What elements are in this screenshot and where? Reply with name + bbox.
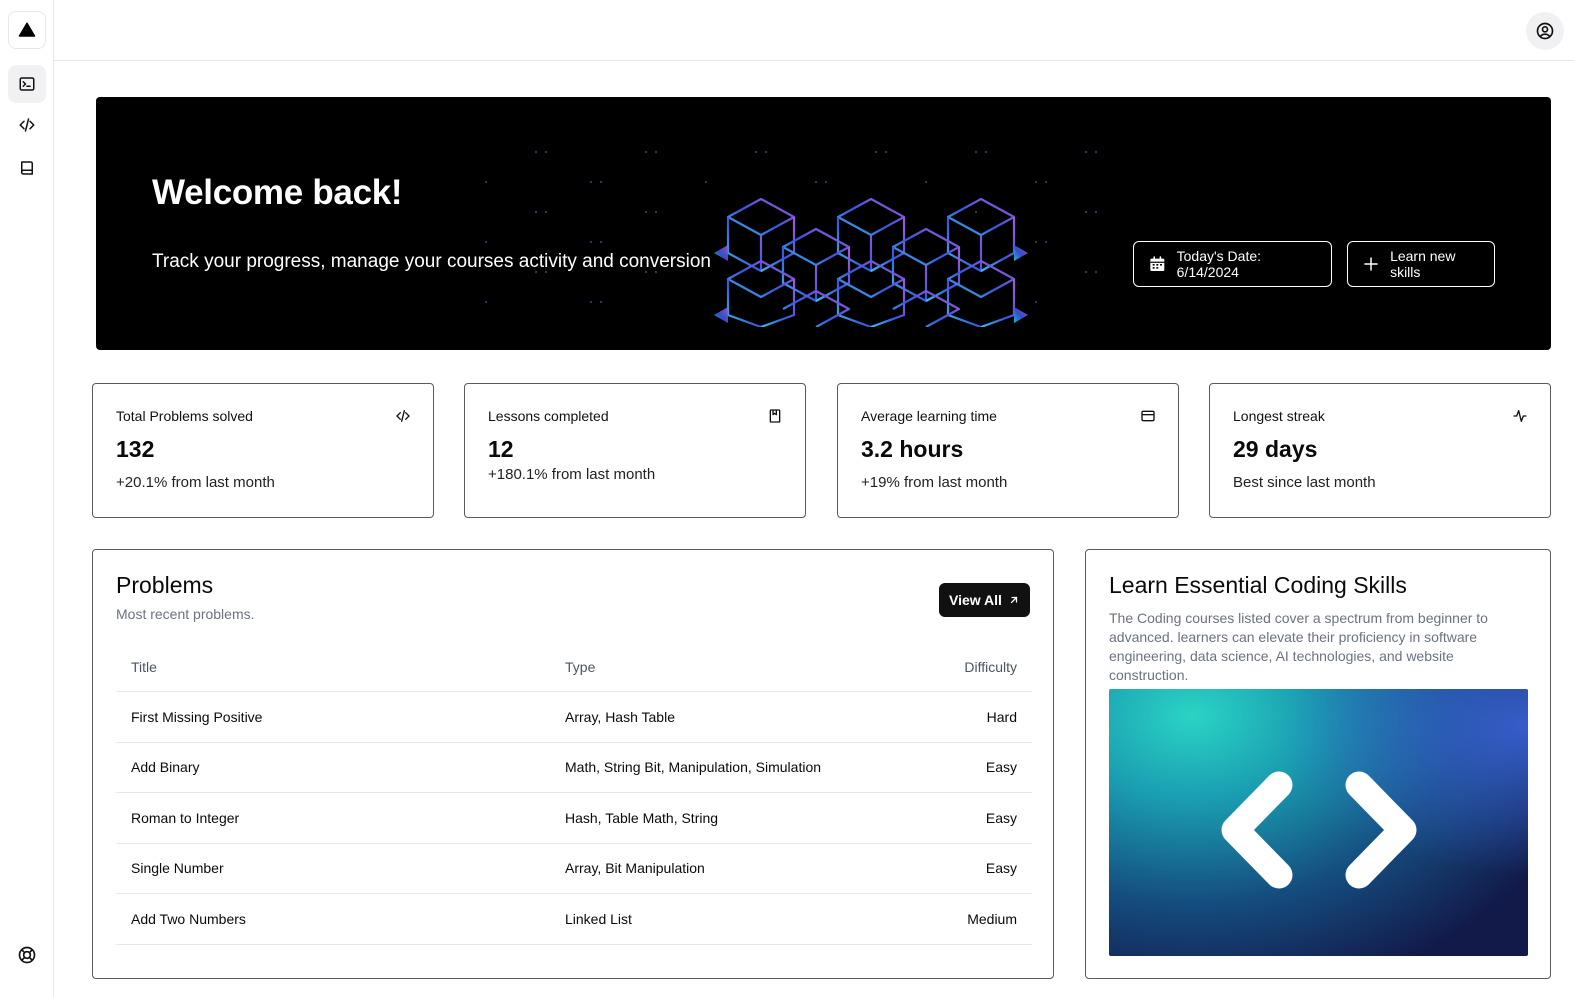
problem-difficulty: Easy: [985, 759, 1017, 776]
stat-card-longest-streak: Longest streak 29 days Best since last m…: [1209, 383, 1551, 518]
top-bar: [54, 0, 1574, 61]
problems-table: Title Type Difficulty First Missing Posi…: [116, 643, 1032, 945]
stat-change: +19% from last month: [861, 474, 1008, 491]
table-row[interactable]: Add Two Numbers Linked List Medium: [116, 894, 1032, 945]
stat-card-lessons-completed: Lessons completed 12 +180.1% from last m…: [464, 383, 806, 518]
problem-title: Roman to Integer: [131, 809, 240, 826]
view-all-button[interactable]: View All: [939, 583, 1030, 617]
code-brackets-icon: [1221, 771, 1417, 889]
stat-value: 3.2 hours: [861, 436, 964, 462]
logo[interactable]: [8, 11, 46, 49]
column-header-difficulty: Difficulty: [964, 659, 1017, 675]
stat-label: Longest streak: [1233, 408, 1325, 424]
stat-value: 29 days: [1233, 436, 1318, 462]
hero-subtitle: Track your progress, manage your courses…: [152, 251, 711, 272]
problem-type: Math, String Bit, Manipulation, Simulati…: [565, 759, 822, 776]
coding-illustration[interactable]: [1109, 689, 1528, 956]
arrow-up-right-icon: [1010, 596, 1018, 604]
problem-difficulty: Easy: [985, 860, 1017, 877]
problem-difficulty: Easy: [985, 809, 1017, 826]
problem-type: Array, Bit Manipulation: [565, 860, 705, 877]
activity-icon: [1513, 410, 1527, 422]
sidebar: [0, 0, 54, 997]
problem-type: Hash, Table Math, String: [565, 809, 719, 826]
lifebuoy-icon: [18, 946, 36, 964]
table-header-row: Title Type Difficulty: [116, 643, 1032, 692]
problems-title: Problems: [116, 572, 214, 598]
column-header-title: Title: [131, 659, 157, 675]
stat-label: Average learning time: [861, 408, 997, 424]
credit-card-icon: [1141, 410, 1155, 422]
stat-change: +20.1% from last month: [116, 474, 275, 491]
code-icon: [396, 410, 410, 422]
nav-terminal-button[interactable]: [8, 65, 46, 103]
triangle-logo-icon: [18, 22, 36, 37]
profile-button[interactable]: [1526, 12, 1564, 50]
calendar-icon: [1150, 256, 1165, 271]
stat-card-problems-solved: Total Problems solved 132 +20.1% from la…: [92, 383, 434, 518]
stat-card-average-learning-time: Average learning time 3.2 hours +19% fro…: [837, 383, 1179, 518]
problem-type: Linked List: [565, 910, 632, 927]
user-circle-icon: [1536, 22, 1554, 40]
table-row[interactable]: Single Number Array, Bit Manipulation Ea…: [116, 844, 1032, 894]
stat-change: Best since last month: [1233, 474, 1376, 491]
nav-code-button[interactable]: [8, 106, 46, 144]
learn-coding-skills-panel: Learn Essential Coding Skills The Coding…: [1085, 549, 1551, 979]
problems-panel: Problems Most recent problems. View All …: [92, 549, 1054, 979]
learn-description: The Coding courses listed cover a spectr…: [1109, 610, 1488, 683]
problem-title: Add Two Numbers: [131, 910, 246, 927]
stat-value: 132: [116, 436, 155, 462]
book-icon: [21, 161, 33, 175]
stat-label: Total Problems solved: [116, 408, 253, 424]
plus-icon: [1364, 257, 1378, 271]
book-icon: [769, 409, 781, 423]
nav-book-button[interactable]: [8, 149, 46, 187]
table-row[interactable]: Roman to Integer Hash, Table Math, Strin…: [116, 793, 1032, 844]
problem-difficulty: Hard: [986, 708, 1017, 725]
help-button[interactable]: [8, 936, 46, 974]
learn-new-skills-label: Learn new skills: [1390, 248, 1456, 280]
todays-date-label: Today's Date: 6/14/2024: [1176, 248, 1262, 280]
problem-title: Add Binary: [131, 759, 200, 776]
problem-difficulty: Medium: [967, 910, 1017, 927]
stat-value: 12: [488, 436, 514, 462]
stat-label: Lessons completed: [488, 408, 609, 424]
hero-title: Welcome back!: [152, 173, 403, 212]
learn-title: Learn Essential Coding Skills: [1109, 572, 1407, 598]
problem-title: First Missing Positive: [131, 708, 263, 725]
terminal-icon: [19, 77, 35, 91]
problems-subtitle: Most recent problems.: [116, 606, 255, 622]
isometric-cubes-graphic: [714, 197, 1028, 327]
learn-new-skills-button[interactable]: Learn new skills: [1347, 241, 1495, 287]
table-row[interactable]: First Missing Positive Array, Hash Table…: [116, 692, 1032, 743]
view-all-label: View All: [949, 592, 1002, 608]
stat-change: +180.1% from last month: [488, 466, 656, 483]
problem-title: Single Number: [131, 860, 224, 877]
code-icon: [19, 118, 35, 132]
hero-banner: Welcome back! Track your progress, manag…: [96, 97, 1551, 350]
table-row[interactable]: Add Binary Math, String Bit, Manipulatio…: [116, 743, 1032, 793]
todays-date-button[interactable]: Today's Date: 6/14/2024: [1133, 241, 1332, 287]
column-header-type: Type: [565, 659, 596, 675]
problem-type: Array, Hash Table: [565, 708, 675, 725]
